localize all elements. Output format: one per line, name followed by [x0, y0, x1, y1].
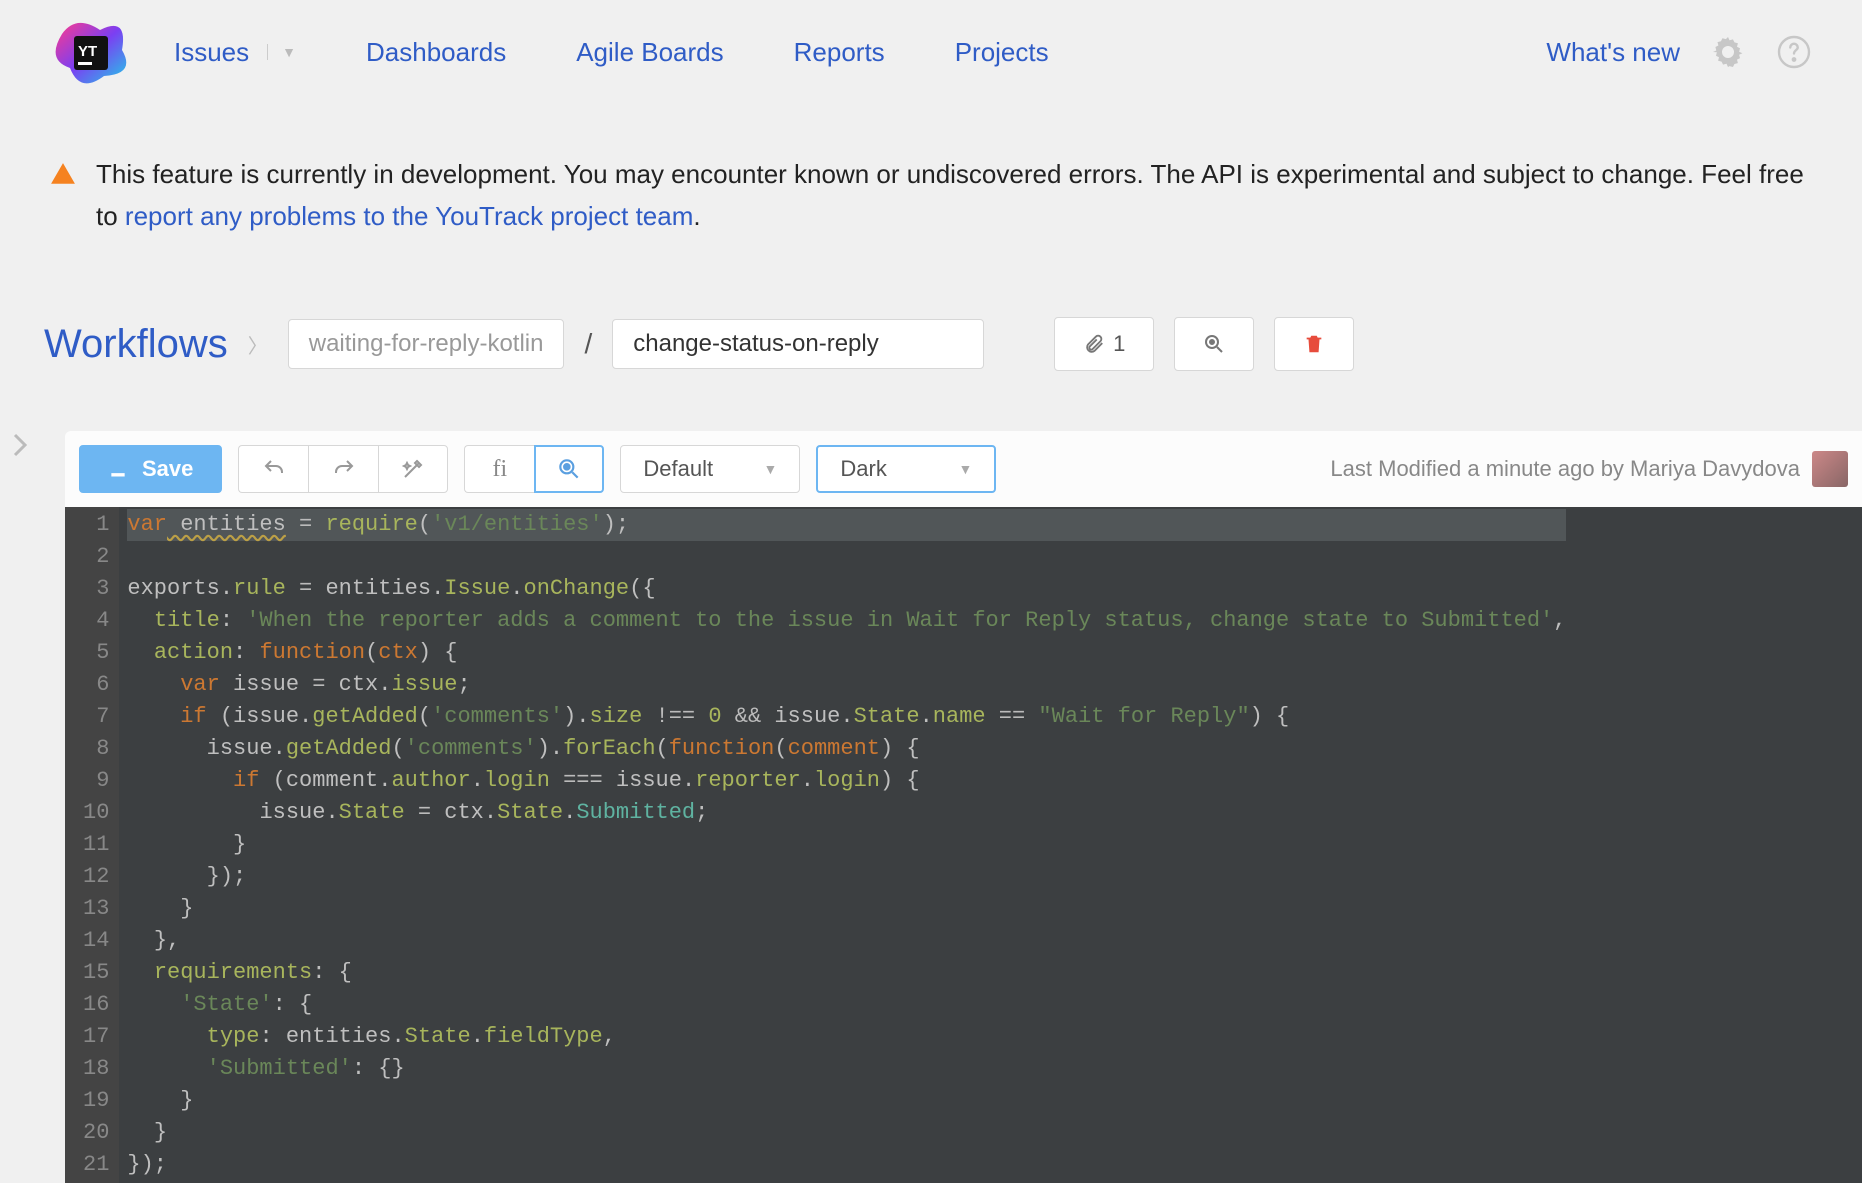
- editor-panel: Save fi Default ▼: [65, 431, 1862, 1183]
- editor-toolbar: Save fi Default ▼: [65, 431, 1862, 507]
- line-gutter: 123456789101112131415161718192021: [65, 507, 119, 1183]
- theme-select[interactable]: Dark ▼: [816, 445, 996, 493]
- svg-text:YT: YT: [78, 43, 97, 60]
- header-right: What's new: [1546, 34, 1812, 70]
- header: YT Issues ▼ Dashboards Agile Boards Repo…: [0, 0, 1862, 84]
- view-group: fi: [464, 445, 604, 493]
- nav-dashboards[interactable]: Dashboards: [366, 37, 506, 68]
- help-icon[interactable]: [1776, 34, 1812, 70]
- redo-button[interactable]: [308, 445, 378, 493]
- ligatures-toggle[interactable]: fi: [464, 445, 534, 493]
- font-select[interactable]: Default ▼: [620, 445, 800, 493]
- warning-text-suffix: .: [693, 201, 700, 231]
- nav-agile-boards[interactable]: Agile Boards: [576, 37, 723, 68]
- code-area[interactable]: var entities = require('v1/entities'); e…: [119, 507, 1566, 1183]
- rule-name-input[interactable]: [633, 330, 963, 358]
- caret-down-icon: ▼: [764, 461, 778, 477]
- inspect-button[interactable]: [1174, 317, 1254, 371]
- nav-projects[interactable]: Projects: [955, 37, 1049, 68]
- workflow-name-label: waiting-for-reply-kotlin: [309, 330, 544, 358]
- expand-sidebar-button[interactable]: [0, 423, 40, 467]
- workflows-root-link[interactable]: Workflows: [44, 322, 228, 367]
- auto-format-button[interactable]: [378, 445, 448, 493]
- theme-select-value: Dark: [840, 456, 886, 482]
- avatar[interactable]: [1812, 451, 1848, 487]
- warning-text: This feature is currently in development…: [96, 154, 1812, 237]
- workflow-name-select[interactable]: waiting-for-reply-kotlin: [288, 319, 565, 369]
- delete-button[interactable]: [1274, 317, 1354, 371]
- attachments-count: 1: [1113, 331, 1125, 357]
- issues-dropdown-caret[interactable]: ▼: [267, 44, 296, 60]
- breadcrumb: Workflows 〉 waiting-for-reply-kotlin / 1: [0, 237, 1862, 371]
- chevron-right-icon: 〉: [248, 330, 268, 359]
- save-button-label: Save: [142, 456, 193, 482]
- warning-banner: This feature is currently in development…: [0, 84, 1862, 237]
- caret-down-icon: ▼: [959, 461, 973, 477]
- gear-icon[interactable]: [1710, 34, 1746, 70]
- report-problems-link[interactable]: report any problems to the YouTrack proj…: [125, 201, 693, 231]
- youtrack-logo[interactable]: YT: [50, 20, 134, 84]
- whats-new-link[interactable]: What's new: [1546, 37, 1680, 68]
- nav-issues[interactable]: Issues: [174, 37, 249, 68]
- attachments-button[interactable]: 1: [1054, 317, 1154, 371]
- nav-reports[interactable]: Reports: [794, 37, 885, 68]
- code-editor[interactable]: 123456789101112131415161718192021 var en…: [65, 507, 1862, 1183]
- breadcrumb-slash: /: [584, 328, 592, 360]
- preview-toggle[interactable]: [534, 445, 604, 493]
- last-modified-text: Last Modified a minute ago by Mariya Dav…: [1330, 456, 1800, 482]
- font-select-value: Default: [643, 456, 713, 482]
- rule-name-field-wrap: [612, 319, 984, 369]
- last-modified: Last Modified a minute ago by Mariya Dav…: [1330, 451, 1848, 487]
- history-group: [238, 445, 448, 493]
- save-button[interactable]: Save: [79, 445, 222, 493]
- top-nav: Issues ▼ Dashboards Agile Boards Reports…: [174, 37, 1049, 68]
- undo-button[interactable]: [238, 445, 308, 493]
- warning-icon: [50, 158, 76, 237]
